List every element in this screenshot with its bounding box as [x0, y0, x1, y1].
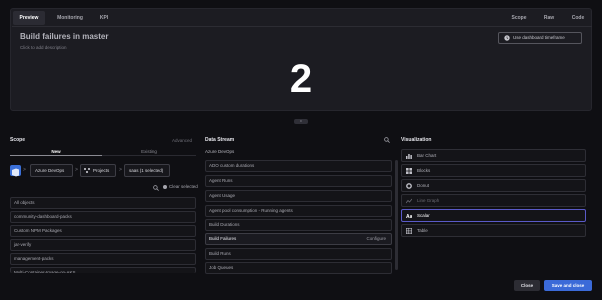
chip-azure-devops[interactable]: Azure DevOps	[30, 164, 73, 177]
data-stream-item[interactable]: Agent Runs	[205, 175, 392, 187]
tab-code[interactable]: Code	[565, 11, 591, 25]
configure-link[interactable]: Configure	[366, 234, 386, 244]
scope-list-item[interactable]: jar-verify	[10, 239, 196, 251]
chip-saas[interactable]: saas (1 selected)	[124, 164, 170, 177]
data-stream-scrollbar[interactable]	[395, 160, 398, 270]
tab-monitoring[interactable]: Monitoring	[49, 11, 91, 25]
advanced-link[interactable]: Advanced	[172, 138, 192, 143]
viz-option-table[interactable]: Table	[401, 224, 586, 237]
clear-icon	[163, 185, 167, 189]
segment-new[interactable]: New	[10, 147, 102, 156]
data-stream-item[interactable]: ADO custom durations	[205, 160, 392, 172]
table-icon	[406, 228, 412, 234]
segment-existing[interactable]: Existing	[102, 147, 196, 156]
scope-list-item[interactable]: management-packs	[10, 253, 196, 265]
donut-icon	[406, 183, 412, 189]
scope-list-item[interactable]: Custom NPM Packages	[10, 225, 196, 237]
chip-separator: >	[75, 167, 78, 173]
clock-icon	[504, 35, 510, 41]
visualization-title: Visualization	[401, 137, 432, 143]
chip-projects-label: Projects	[93, 168, 110, 173]
data-stream-item[interactable]: Build Runs	[205, 248, 392, 260]
timeframe-label: Use dashboard timeframe	[513, 35, 565, 40]
svg-text:Aa: Aa	[406, 214, 412, 219]
search-icon[interactable]	[153, 185, 159, 191]
viz-option-label: Bar Chart	[417, 153, 437, 158]
viz-option-label: Line Graph	[417, 198, 440, 203]
scope-list-item[interactable]: community-dashboard-packs	[10, 211, 196, 223]
viz-option-scalar[interactable]: Aa Scalar	[401, 209, 586, 222]
data-stream-item-label: Build Failures	[209, 236, 237, 241]
clear-selected-label: Clear selected	[169, 184, 198, 189]
clear-selected-button[interactable]: Clear selected	[163, 184, 198, 189]
viz-option-label: Table	[417, 228, 428, 233]
data-stream-title: Data Stream	[205, 137, 235, 143]
viz-option-label: Scalar	[417, 213, 430, 218]
viz-option-label: Donut	[417, 183, 430, 188]
line-graph-icon	[406, 198, 412, 204]
save-and-close-button[interactable]: Save and close	[544, 280, 592, 291]
tab-scope[interactable]: Scope	[505, 11, 533, 25]
tab-preview[interactable]: Preview	[13, 11, 45, 25]
scope-list-item[interactable]: All objects	[10, 197, 196, 209]
widget-title[interactable]: Build failures in master	[20, 32, 108, 41]
viz-option-bar-chart[interactable]: Bar Chart	[401, 149, 586, 162]
data-stream-item[interactable]: Agent Usage	[205, 190, 392, 202]
scalar-value: 2	[289, 57, 313, 101]
tab-raw[interactable]: Raw	[537, 11, 561, 25]
viz-option-line-graph[interactable]: Line Graph	[401, 194, 586, 207]
resize-handle[interactable]: ≡	[294, 119, 308, 124]
chip-projects[interactable]: Projects	[80, 164, 116, 177]
tab-kpi[interactable]: KPI	[93, 11, 115, 25]
close-button[interactable]: Close	[514, 280, 540, 291]
chip-separator: >	[119, 167, 122, 173]
data-stream-item[interactable]: Agent pool consumption - Running agents	[205, 205, 392, 217]
data-stream-item[interactable]: Job Queues	[205, 262, 392, 274]
blocks-icon	[406, 168, 412, 174]
data-stream-source: Azure DevOps	[205, 149, 235, 154]
use-dashboard-timeframe-button[interactable]: Use dashboard timeframe	[498, 32, 582, 44]
azure-devops-logo-icon	[10, 165, 21, 177]
search-icon[interactable]	[384, 137, 390, 143]
bar-chart-icon	[406, 154, 412, 159]
chip-separator: >	[23, 167, 26, 173]
viz-option-label: Blocks	[417, 168, 431, 173]
scalar-icon: Aa	[406, 214, 412, 219]
viz-option-blocks[interactable]: Blocks	[401, 164, 586, 177]
widget-description[interactable]: Click to add description	[20, 45, 67, 50]
viz-option-donut[interactable]: Donut	[401, 179, 586, 192]
projects-icon	[84, 168, 90, 173]
scope-title: Scope	[10, 137, 26, 143]
data-stream-item[interactable]: Build Durations	[205, 219, 392, 231]
scope-list-item[interactable]: Multi-Container-Image-on-AKS	[10, 267, 196, 273]
tab-divider	[12, 26, 592, 27]
data-stream-item-selected[interactable]: Build Failures Configure	[205, 233, 392, 245]
preview-panel: Preview Monitoring KPI Scope Raw Code Bu…	[10, 8, 592, 111]
